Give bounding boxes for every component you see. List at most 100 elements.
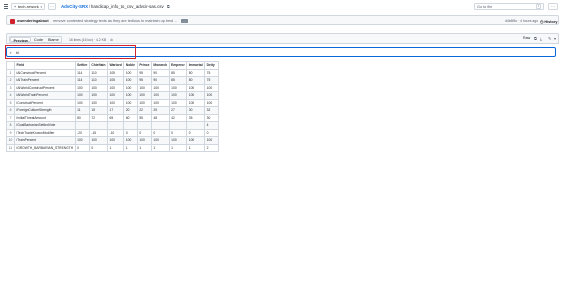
value-cell: 1 xyxy=(136,143,152,152)
value-cell: -20 xyxy=(74,128,90,137)
value-cell: 100 xyxy=(136,98,152,107)
value-cell: 0 xyxy=(123,128,138,137)
value-cell: 100 xyxy=(186,98,206,107)
tab-preview[interactable]: Preview xyxy=(10,37,32,42)
table-row: 4 iAIWorldTrainPercent 100 100 100 100 100 100 1… xyxy=(6,91,219,100)
value-cell: 100 xyxy=(88,83,108,92)
value-cell: 105 xyxy=(106,68,125,77)
value-cell: 100 xyxy=(74,98,90,107)
value-cell: -10 xyxy=(106,128,125,137)
value-cell: 80 xyxy=(74,113,90,122)
value-cell: 100 xyxy=(186,136,206,145)
value-cell: 60 xyxy=(123,113,138,122)
value-cell: 85 xyxy=(168,76,188,85)
raw-button[interactable]: Raw xyxy=(523,36,530,40)
commit-author[interactable]: owenderingabout xyxy=(17,19,49,23)
tab-blame[interactable]: Blame xyxy=(45,37,61,42)
tab-code[interactable]: Code xyxy=(31,37,45,42)
field-cell: iGROWTH_BARBARIAN_STRENGTH xyxy=(14,143,76,152)
value-cell: 27 xyxy=(168,106,188,115)
table-row: 5 iConstructPercent 100 100 100 100 100 100 100 1… xyxy=(6,98,219,107)
row-number: 7 xyxy=(6,113,15,122)
row-number: 1 xyxy=(6,68,15,77)
edit-icon[interactable]: ✎ xyxy=(548,36,551,41)
value-cell: 114 xyxy=(74,76,90,85)
go-to-file-input[interactable]: Go to file t xyxy=(474,3,544,10)
value-cell: 100 xyxy=(106,83,125,92)
value-cell: 22 xyxy=(136,106,152,115)
value-cell: 4 xyxy=(204,121,219,130)
expand-commit-icon[interactable]: ··· xyxy=(181,18,188,23)
header-settler: Settler xyxy=(74,61,90,70)
table-row: 3 iAIWorldConstructPercent 100 100 100 100 100… xyxy=(6,83,219,92)
table-search-box[interactable]: ⌕ xyxy=(6,47,556,57)
avatar[interactable] xyxy=(9,18,15,24)
value-cell: -15 xyxy=(88,128,108,137)
row-number: 2 xyxy=(6,76,15,85)
value-cell: 100 xyxy=(168,91,188,100)
chevron-down-icon[interactable]: ▾ xyxy=(554,36,556,41)
branch-icon: ⑂ xyxy=(14,4,17,9)
header-emperor: Emperor xyxy=(168,61,188,70)
download-icon[interactable]: ⤓ xyxy=(540,36,542,41)
value-cell: 100 xyxy=(123,68,138,77)
table-row: 8 iGoalBarbarianSettledVote 4 xyxy=(6,121,219,130)
copy-icon[interactable]: ⧉ xyxy=(534,36,537,41)
value-cell: 25 xyxy=(150,106,170,115)
commit-hash-time[interactable]: d4b6f5c · 4 hours ago xyxy=(505,19,538,23)
value-cell: 80 xyxy=(186,68,206,77)
commit-message[interactable]: remove contested strategy texts as they … xyxy=(53,19,177,23)
row-number: 10 xyxy=(6,136,15,145)
branch-selector[interactable]: ⑂ tech-rework ▾ xyxy=(11,3,45,10)
file-name: handicap_info_to_csv_advcir-sas.csv xyxy=(90,3,164,9)
value-cell: 100 xyxy=(204,136,219,145)
value-cell: 100 xyxy=(123,136,138,145)
value-cell xyxy=(106,121,125,130)
field-cell: iConstructPercent xyxy=(14,98,76,107)
top-bar: ⑂ tech-rework ▾ ⋯ AdvCity-SRX/handicap_i… xyxy=(0,0,565,13)
value-cell: 1 xyxy=(168,143,188,152)
value-cell: 0 xyxy=(204,128,219,137)
value-cell: 95 xyxy=(136,68,152,77)
repo-link[interactable]: AdvCity-SRX xyxy=(61,4,88,9)
history-button[interactable]: ◷ History xyxy=(540,19,557,24)
row-number: 11 xyxy=(6,143,15,152)
value-cell: 100 xyxy=(204,91,219,100)
value-cell: 85 xyxy=(168,68,188,77)
more-branch-options-button[interactable]: ⋯ xyxy=(48,3,56,10)
value-cell: 48 xyxy=(150,113,170,122)
file-meta: 16 lines (16 loc) · 4.2 KB ⊚ xyxy=(69,38,113,42)
more-options-button[interactable]: ⋯ xyxy=(548,3,558,10)
value-cell: 75 xyxy=(204,68,219,77)
table-header-row: Field Settler Chieftain Warlord Noble Pr… xyxy=(6,61,219,70)
value-cell: 72 xyxy=(88,113,108,122)
value-cell: 100 xyxy=(136,91,152,100)
menu-icon[interactable] xyxy=(4,4,8,9)
value-cell: 0 xyxy=(88,143,108,152)
table-row: 2 iAITrainPercent 114 110 105 100 95 90 85 80 75 xyxy=(6,76,219,85)
value-cell: 1 xyxy=(106,143,125,152)
value-cell: 35 xyxy=(186,113,206,122)
history-label: History xyxy=(544,19,558,24)
header-noble: Noble xyxy=(123,61,138,70)
value-cell: 100 xyxy=(204,83,219,92)
value-cell: 0 xyxy=(74,143,90,152)
value-cell: 100 xyxy=(150,98,170,107)
value-cell: 80 xyxy=(186,76,206,85)
header-prince: Prince xyxy=(136,61,152,70)
field-cell: iInitialThreatAmount xyxy=(14,113,76,122)
table-row: 7 iInitialThreatAmount 80 72 65 60 55 48 42 35 30 xyxy=(6,113,219,122)
field-cell: iTechTradeKnownModifier xyxy=(14,128,76,137)
copilot-icon[interactable]: ⊚ xyxy=(110,38,113,42)
value-cell: 100 xyxy=(136,83,152,92)
search-input[interactable] xyxy=(16,49,516,56)
field-cell: iGoalBarbarianSettledVote xyxy=(14,121,76,130)
value-cell: 100 xyxy=(88,136,108,145)
view-mode-switch: Preview Code Blame xyxy=(9,36,63,43)
value-cell: 65 xyxy=(106,113,125,122)
copy-path-icon[interactable]: ⧉ xyxy=(167,4,170,9)
value-cell: 100 xyxy=(168,98,188,107)
row-number: 3 xyxy=(6,83,15,92)
value-cell: 100 xyxy=(106,91,125,100)
value-cell xyxy=(150,121,170,130)
